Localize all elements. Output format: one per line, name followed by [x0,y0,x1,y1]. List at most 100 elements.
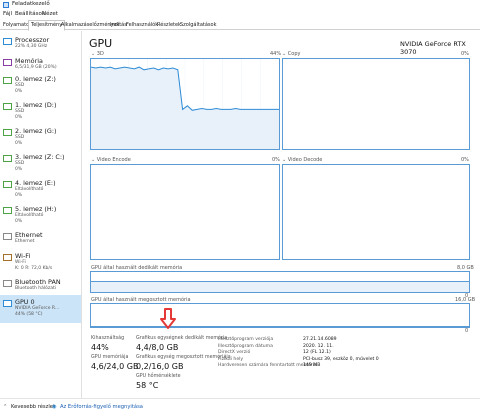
disk-mini-graph-icon [3,103,12,110]
graph-video-encode [90,164,280,260]
sidebar-item-sub2: 0% [15,140,23,146]
graph-venc-header[interactable]: ⌄ Video Encode [91,157,131,163]
cpu-mini-graph-icon [3,38,12,45]
ethernet-mini-graph-icon [3,233,12,240]
sidebar-item-disk0[interactable]: 0. lemez (Z:) SSD 0% [0,72,81,98]
graph-shared-memory [90,303,470,328]
chevron-down-icon: ⌄ [91,51,96,57]
page-title: GPU [89,37,113,50]
sidebar-item-sub2: 0% [15,88,23,94]
sidebar-item-sub2: K: 0 R: 72,0 Kb/s [15,265,53,271]
disk-mini-graph-icon [3,207,12,214]
sidebar-item-label: 1. lemez (D:) [15,101,57,109]
sidebar-item-disk2[interactable]: 2. lemez (G:) SSD 0% [0,124,81,150]
bluetooth-mini-graph-icon [3,280,12,287]
gpu-memory-value: 4,6/24,0 GB [91,362,139,371]
graph-dedicated-memory [90,271,470,293]
sidebar-item-sub: NVIDIA GeForce R... [15,306,60,311]
sidebar-item-label: 2. lemez (G:) [15,127,57,135]
sidebar-item-sub2: 0% [15,114,23,120]
sidebar-item-sub: Wi-Fi [15,260,26,265]
graph-3d-plot [91,59,279,149]
menu-options[interactable]: Beállítások [15,11,45,17]
driver-date-label: Illesztőprogram dátuma [218,343,273,349]
gpu-mini-graph-icon [3,300,12,307]
chevron-down-icon: ⌄ [282,157,287,163]
sidebar-item-wifi[interactable]: Wi-Fi Wi-Fi K: 0 R: 72,0 Kb/s [0,249,81,275]
graph-vdec-percent: 0% [461,157,469,163]
sidebar: Processzor 22% 4,30 GHz Memória 6,5/31,9… [0,31,82,398]
driver-version-label: Illesztőprogram verziója [218,337,274,342]
wifi-mini-graph-icon [3,254,12,261]
graph-copy-header[interactable]: ⌄ Copy [282,51,300,57]
sidebar-item-sub: 22% 4,30 GHz [15,44,48,49]
shared-memory-fill [91,325,469,327]
footer: ⌃ Kevesebb részlet ◉ Az Erőforrás-figyel… [0,398,480,416]
task-manager-icon [3,2,9,8]
chevron-up-icon[interactable]: ⌃ [3,404,7,410]
physical-location-label: Fizikai hely [218,356,244,362]
gpu-memory-label: GPU memóriája [91,355,129,360]
menu-view[interactable]: Nézet [42,11,58,17]
driver-date-value: 2020. 12. 11. [303,343,334,349]
sidebar-item-sub2: 44% (58 °C) [15,311,43,317]
sidebar-item-label: 5. lemez (H:) [15,205,57,213]
sidebar-item-gpu0[interactable]: GPU 0 NVIDIA GeForce R... 44% (58 °C) [0,295,81,323]
graph-vdec-header[interactable]: ⌄ Video Decode [282,157,322,163]
sidebar-item-disk1[interactable]: 1. lemez (D:) SSD 0% [0,98,81,124]
shared-mem-stat-value: 0,2/16,0 GB [136,362,184,371]
sidebar-item-sub: Eltávolítható [15,187,44,192]
window-title: Feladatkezelő [12,1,50,7]
graph-venc-label: Video Encode [96,157,131,163]
sidebar-item-sub: SSD [15,161,25,166]
sidebar-item-sub: Eltávolítható [15,213,44,218]
sidebar-item-label: Ethernet [15,231,43,239]
sidebar-item-sub: SSD [15,83,25,88]
sidebar-item-sub2: 0% [15,192,23,198]
graph-3d [90,58,280,150]
util-value: 44% [91,343,109,352]
sidebar-item-label: GPU 0 [15,298,35,306]
disk-mini-graph-icon [3,155,12,162]
fewer-details-link[interactable]: Kevesebb részlet [11,404,55,410]
open-resource-monitor-link[interactable]: Az Erőforrás-figyelő megnyitása [60,404,143,410]
tab-services[interactable]: Szolgáltatások [178,21,218,30]
disk-mini-graph-icon [3,129,12,136]
sidebar-item-label: Wi-Fi [15,252,31,260]
red-arrow-down-icon [160,308,176,329]
graph-copy-label: Copy [287,51,301,57]
sidebar-item-label: 4. lemez (E:) [15,179,56,187]
menu-file[interactable]: Fájl [3,11,12,17]
gpu-temp-label: GPU hőmérséklete [136,374,181,379]
sidebar-item-sub2: 0% [15,166,23,172]
sidebar-item-sub: 6,5/31,9 GB (20%) [15,65,57,70]
shared-mem-stat-label: Grafikus egység megosztott memóriája [136,355,231,360]
disk-mini-graph-icon [3,181,12,188]
sidebar-item-sub: SSD [15,109,25,114]
disk-mini-graph-icon [3,77,12,84]
resource-monitor-icon[interactable]: ◉ [52,404,57,410]
chevron-down-icon: ⌄ [91,157,96,163]
sidebar-item-disk4[interactable]: 4. lemez (E:) Eltávolítható 0% [0,176,81,202]
sidebar-item-disk5[interactable]: 5. lemez (H:) Eltávolítható 0% [0,202,81,228]
graph-3d-header[interactable]: ⌄ 3D [91,51,104,57]
directx-value: 12 (FL 12.1) [303,350,331,355]
graph-copy-percent: 0% [461,51,469,57]
graph-vdec-label: Video Decode [287,157,323,163]
chevron-down-icon: ⌄ [282,51,287,57]
directx-label: DirectX verzió [218,350,251,355]
sidebar-item-label: 3. lemez (Z: C:) [15,153,65,161]
menu-bar: Fájl Beállítások Nézet [0,10,480,20]
driver-version-value: 27.21.14.6089 [303,337,337,342]
graph-3d-percent: 44% [270,51,282,57]
graph-venc-percent: 0% [272,157,280,163]
sidebar-item-label: Bluetooth PAN [15,278,61,286]
dedicated-mem-stat-value: 4,4/8,0 GB [136,343,179,352]
sidebar-item-label: Memória [15,57,43,65]
graph-copy [282,58,470,150]
physical-location-value: PCI-busz 39, eszköz 0, művelet 0 [303,356,379,362]
tab-bar: Folyamatok Teljesítmény Alkalmazáselőzmé… [0,20,480,31]
sidebar-item-disk3[interactable]: 3. lemez (Z: C:) SSD 0% [0,150,81,176]
sidebar-item-sub: SSD [15,135,25,140]
sidebar-item-label: 0. lemez (Z:) [15,75,56,83]
